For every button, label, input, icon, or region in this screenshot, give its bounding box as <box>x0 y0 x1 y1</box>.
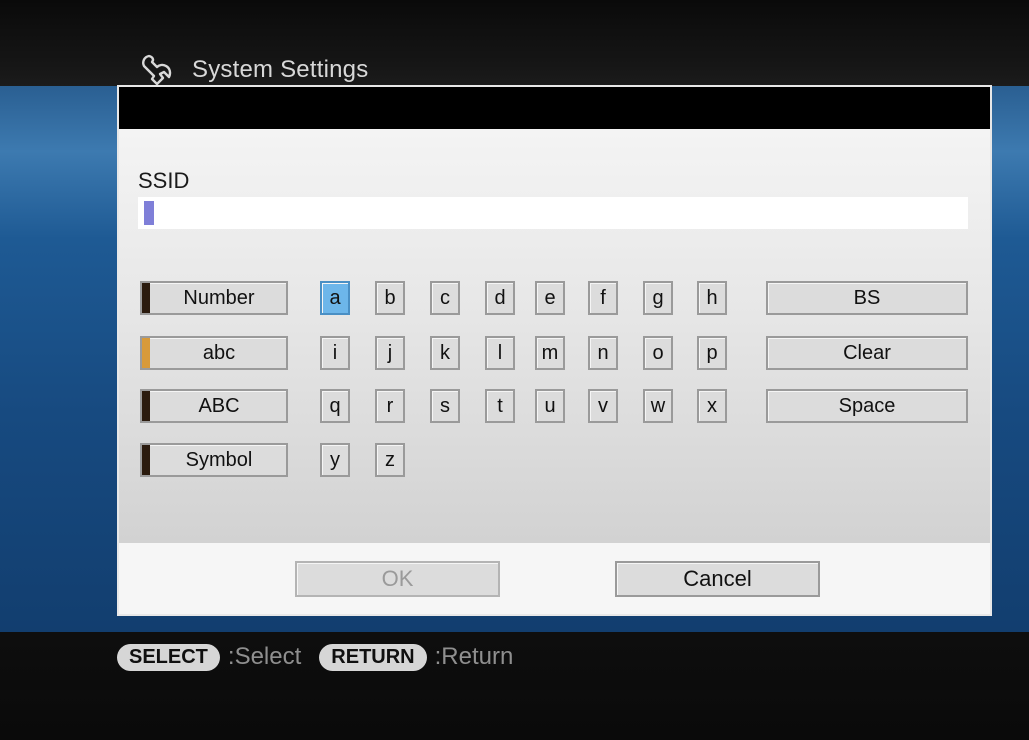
select-button-label: SELECT <box>117 643 220 671</box>
key-q[interactable]: q <box>320 389 350 423</box>
key-e[interactable]: e <box>535 281 565 315</box>
mode-label: ABC <box>198 394 240 417</box>
key-x[interactable]: x <box>697 389 727 423</box>
text-cursor <box>144 201 154 225</box>
key-h[interactable]: h <box>697 281 727 315</box>
key-p[interactable]: p <box>697 336 727 370</box>
key-v[interactable]: v <box>588 389 618 423</box>
return-button-label: RETURN <box>319 643 427 671</box>
key-o[interactable]: o <box>643 336 673 370</box>
clear-button[interactable]: Clear <box>766 336 968 370</box>
ok-button[interactable]: OK <box>295 561 500 597</box>
key-c[interactable]: c <box>430 281 460 315</box>
key-j[interactable]: j <box>375 336 405 370</box>
mode-label: Number <box>183 286 255 309</box>
mode-indicator-active <box>142 338 150 368</box>
header: System Settings <box>140 50 368 90</box>
cancel-button[interactable]: Cancel <box>615 561 820 597</box>
key-y[interactable]: y <box>320 443 350 477</box>
screen: System Settings SSID Number abc ABC Symb… <box>0 0 1029 740</box>
key-b[interactable]: b <box>375 281 405 315</box>
mode-symbol-button[interactable]: Symbol <box>140 443 288 477</box>
mode-indicator <box>142 445 150 475</box>
dialog-footer <box>119 543 990 614</box>
mode-indicator <box>142 391 150 421</box>
mode-label: Symbol <box>185 448 253 471</box>
ssid-input[interactable] <box>138 197 968 229</box>
key-k[interactable]: k <box>430 336 460 370</box>
key-i[interactable]: i <box>320 336 350 370</box>
key-z[interactable]: z <box>375 443 405 477</box>
mode-indicator <box>142 283 150 313</box>
key-n[interactable]: n <box>588 336 618 370</box>
key-l[interactable]: l <box>485 336 515 370</box>
controller-hints: SELECT :Select RETURN :Return <box>117 641 531 673</box>
mode-label: abc <box>202 341 236 364</box>
key-r[interactable]: r <box>375 389 405 423</box>
mode-abc-button[interactable]: abc <box>140 336 288 370</box>
ssid-label: SSID <box>138 168 190 193</box>
return-hint-text: :Return <box>434 643 514 670</box>
select-hint-text: :Select <box>227 643 302 670</box>
key-s[interactable]: s <box>430 389 460 423</box>
ssid-dialog: SSID Number abc ABC Symbol a b c d e f g <box>117 85 992 616</box>
mode-uppercase-button[interactable]: ABC <box>140 389 288 423</box>
key-t[interactable]: t <box>485 389 515 423</box>
key-a[interactable]: a <box>320 281 350 315</box>
key-w[interactable]: w <box>643 389 673 423</box>
key-d[interactable]: d <box>485 281 515 315</box>
dialog-header <box>119 87 990 129</box>
key-g[interactable]: g <box>643 281 673 315</box>
key-f[interactable]: f <box>588 281 618 315</box>
wrench-icon <box>142 54 172 86</box>
space-button[interactable]: Space <box>766 389 968 423</box>
page-title: System Settings <box>192 56 369 83</box>
key-u[interactable]: u <box>535 389 565 423</box>
mode-number-button[interactable]: Number <box>140 281 288 315</box>
key-m[interactable]: m <box>535 336 565 370</box>
backspace-button[interactable]: BS <box>766 281 968 315</box>
